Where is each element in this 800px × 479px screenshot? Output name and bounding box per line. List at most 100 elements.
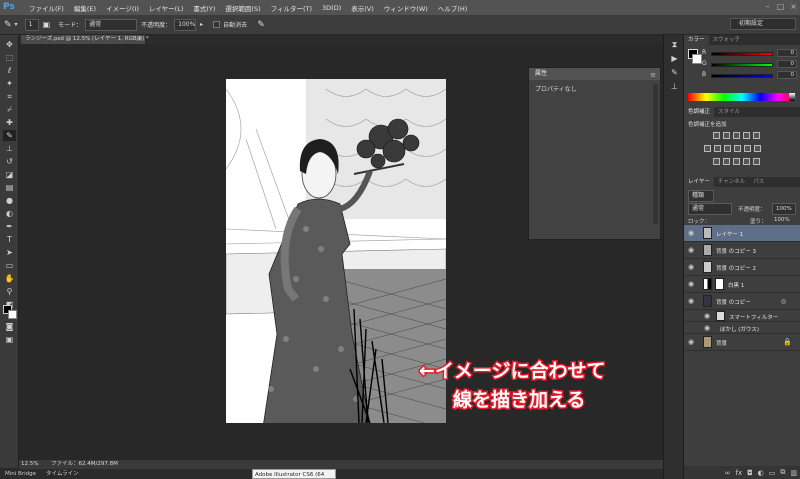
mode-select[interactable]: 通常 [85,18,138,31]
maximize-icon[interactable]: □ [776,2,785,11]
panel-menu-icon[interactable]: ≡ [650,69,656,81]
brush-panel-icon[interactable]: ▣ [43,20,51,29]
menu-3d[interactable]: 3D(D) [317,4,346,12]
layer-row[interactable]: ◉ 背景 🔒 [684,334,800,351]
close-icon[interactable]: × [789,2,798,11]
type-tool-icon[interactable]: T [3,234,16,245]
menu-help[interactable]: ヘルプ(H) [433,3,472,13]
slider-b[interactable]: B 0 [684,70,800,81]
menu-select[interactable]: 選択範囲(S) [220,3,265,13]
layer-row[interactable]: ◉ レイヤー 1 [684,225,800,242]
history-brush-tool-icon[interactable]: ↺ [3,156,16,167]
eyedropper-tool-icon[interactable]: ⌿ [3,104,16,115]
slider-r[interactable]: R 0 [684,48,800,59]
pencil-tool-icon[interactable]: ✎ [3,130,16,141]
properties-scrollbar[interactable] [653,84,658,224]
chevron-down-icon[interactable]: ▾ [15,21,18,28]
brush-size-field[interactable]: 1 [24,18,39,31]
photo-filter-icon[interactable] [734,145,741,152]
zoom-tool-icon[interactable]: ⚲ [3,286,16,297]
tab-adjustments[interactable]: 色調補正 [684,107,715,117]
layer-opacity-field[interactable]: 100% [772,203,796,215]
visibility-eye-icon[interactable]: ◉ [688,229,694,237]
tab-paths[interactable]: パス [749,177,768,187]
trash-icon[interactable]: ▥ [790,469,797,477]
menu-file[interactable]: ファイル(F) [24,3,69,13]
zoom-level[interactable]: 12.5% [21,460,51,469]
tab-timeline[interactable]: タイムライン [41,469,84,479]
menu-image[interactable]: イメージ(I) [101,3,144,13]
fx-icon[interactable]: fx [735,469,742,477]
folder-icon[interactable]: ▭ [769,469,776,477]
clone-stamp-tool-icon[interactable]: ⊥ [3,143,16,154]
auto-erase-checkbox[interactable] [213,21,221,28]
new-adjustment-icon[interactable]: ◐ [758,469,764,477]
move-tool-icon[interactable]: ✥ [3,39,16,50]
brush-icon[interactable]: ✎ [668,67,681,78]
color-lookup-icon[interactable] [754,145,761,152]
gradient-map-icon[interactable] [743,158,750,165]
tab-styles[interactable]: スタイル [714,107,744,117]
black-white-ramp[interactable] [789,93,795,101]
properties-panel[interactable]: 属性 ≡ プロパティなし [528,67,661,240]
slider-g[interactable]: G 0 [684,59,800,70]
tab-color[interactable]: カラー [684,35,709,45]
layer-row[interactable]: ◉ 背景 のコピー ◎ [684,293,800,310]
opacity-field[interactable]: 100% [174,18,197,31]
vibrance-icon[interactable] [753,132,760,139]
layer-row[interactable]: ◉ 背景 のコピー 2 [684,259,800,276]
exposure-icon[interactable] [743,132,750,139]
history-icon[interactable]: ⧗ [668,39,681,50]
tab-swatches[interactable]: スウォッチ [709,35,745,45]
menu-filter[interactable]: フィルター(T) [266,3,317,13]
visibility-eye-icon[interactable]: ◉ [688,297,694,305]
visibility-eye-icon[interactable]: ◉ [704,324,710,332]
blur-tool-icon[interactable]: ● [3,195,16,206]
layer-fill-field[interactable]: 100% [774,217,790,223]
pen-tool-icon[interactable]: ✒ [3,221,16,232]
eraser-tool-icon[interactable]: ◪ [3,169,16,180]
visibility-eye-icon[interactable]: ◉ [688,246,694,254]
layer-kind-filter[interactable]: 種類 [688,190,714,202]
menu-view[interactable]: 表示(V) [346,3,379,13]
menu-window[interactable]: ウィンドウ(W) [379,3,433,13]
threshold-icon[interactable] [733,158,740,165]
tab-channels[interactable]: チャンネル [714,177,749,187]
black-white-icon[interactable] [724,145,731,152]
quick-select-tool-icon[interactable]: ✦ [3,78,16,89]
visibility-eye-icon[interactable]: ◉ [704,312,710,320]
blend-mode-select[interactable]: 通常 [688,203,732,215]
pressure-icon[interactable]: ✎ [257,20,265,30]
properties-panel-header[interactable]: 属性 ≡ [529,68,660,80]
shape-tool-icon[interactable]: ▭ [3,260,16,271]
curves-icon[interactable] [733,132,740,139]
menu-layer[interactable]: レイヤー(L) [144,3,189,13]
layer-row[interactable]: ◉ 背景 のコピー 3 [684,242,800,259]
background-color-swatch[interactable] [8,310,17,319]
actions-icon[interactable]: ▶ [668,53,681,64]
workspace-select[interactable]: 初期設定 [730,18,796,30]
gradient-tool-icon[interactable]: ▤ [3,182,16,193]
document-close-icon[interactable]: × [137,35,142,44]
document-canvas[interactable] [226,79,446,423]
levels-icon[interactable] [723,132,730,139]
tab-layers[interactable]: レイヤー [684,177,714,187]
invert-icon[interactable] [713,158,720,165]
visibility-eye-icon[interactable]: ◉ [688,263,694,271]
visibility-eye-icon[interactable]: ◉ [688,338,694,346]
new-layer-icon[interactable]: ⧉ [780,468,785,477]
visibility-eye-icon[interactable]: ◉ [688,280,694,288]
path-select-tool-icon[interactable]: ➤ [3,247,16,258]
document-tab[interactable]: ランジーズ.psd @ 12.5% (レイヤー 1, RGB/8) * × [21,35,149,44]
opacity-dropdown-icon[interactable]: ▸ [200,21,203,28]
marquee-tool-icon[interactable]: ⬚ [3,52,16,63]
crop-tool-icon[interactable]: ⌗ [3,91,16,102]
menu-type[interactable]: 書式(Y) [188,3,220,13]
healing-tool-icon[interactable]: ✚ [3,117,16,128]
layer-row[interactable]: ◉ ぼかし (ガウス) [684,322,800,334]
layer-row[interactable]: ◉ 白黒 1 [684,276,800,293]
selective-color-icon[interactable] [753,158,760,165]
dodge-tool-icon[interactable]: ◐ [3,208,16,219]
color-spectrum[interactable] [688,93,796,101]
brightness-icon[interactable] [713,132,720,139]
